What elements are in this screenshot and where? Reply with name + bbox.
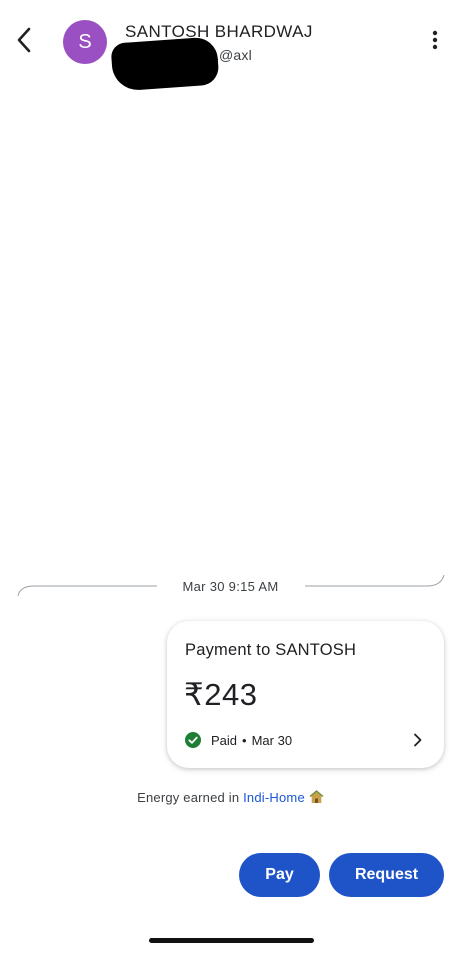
payment-title: Payment to SANTOSH — [185, 641, 357, 659]
avatar-initial: S — [78, 30, 92, 53]
house-icon — [309, 790, 324, 807]
overflow-menu-button[interactable] — [420, 26, 450, 58]
home-indicator[interactable] — [149, 938, 314, 943]
avatar[interactable]: S — [63, 20, 107, 64]
redaction-mark — [110, 36, 220, 92]
payment-status-label: Paid — [211, 732, 238, 748]
status-separator: • — [242, 732, 247, 748]
contact-name: SANTOSH BHARDWAJ — [125, 22, 313, 41]
chevron-right-icon[interactable] — [410, 732, 424, 748]
payment-status: Paid • Mar 30 — [185, 732, 292, 748]
timestamp: Mar 30 9:15 AM — [182, 579, 279, 594]
energy-earned-note: Energy earned in Indi-Home — [0, 790, 461, 807]
arrow-back-icon — [16, 27, 32, 58]
date-divider: Mar 30 9:15 AM — [0, 560, 461, 610]
payment-card[interactable]: Payment to SANTOSH ₹243 Paid • Mar 30 — [167, 621, 444, 768]
payment-date: Mar 30 — [251, 732, 293, 748]
chat-header: S SANTOSH BHARDWAJ 81@axl — [0, 0, 461, 92]
energy-prefix: Energy earned in — [137, 790, 240, 805]
payment-amount: ₹243 — [184, 677, 258, 712]
request-button-label: Request — [354, 866, 419, 883]
more-vert-icon — [432, 30, 438, 55]
pay-button[interactable]: Pay — [239, 853, 320, 897]
check-circle-icon — [185, 732, 201, 748]
request-button[interactable]: Request — [329, 853, 444, 897]
pay-button-label: Pay — [265, 866, 294, 883]
back-button[interactable] — [8, 26, 40, 58]
indi-home-link[interactable]: Indi-Home — [243, 790, 305, 805]
